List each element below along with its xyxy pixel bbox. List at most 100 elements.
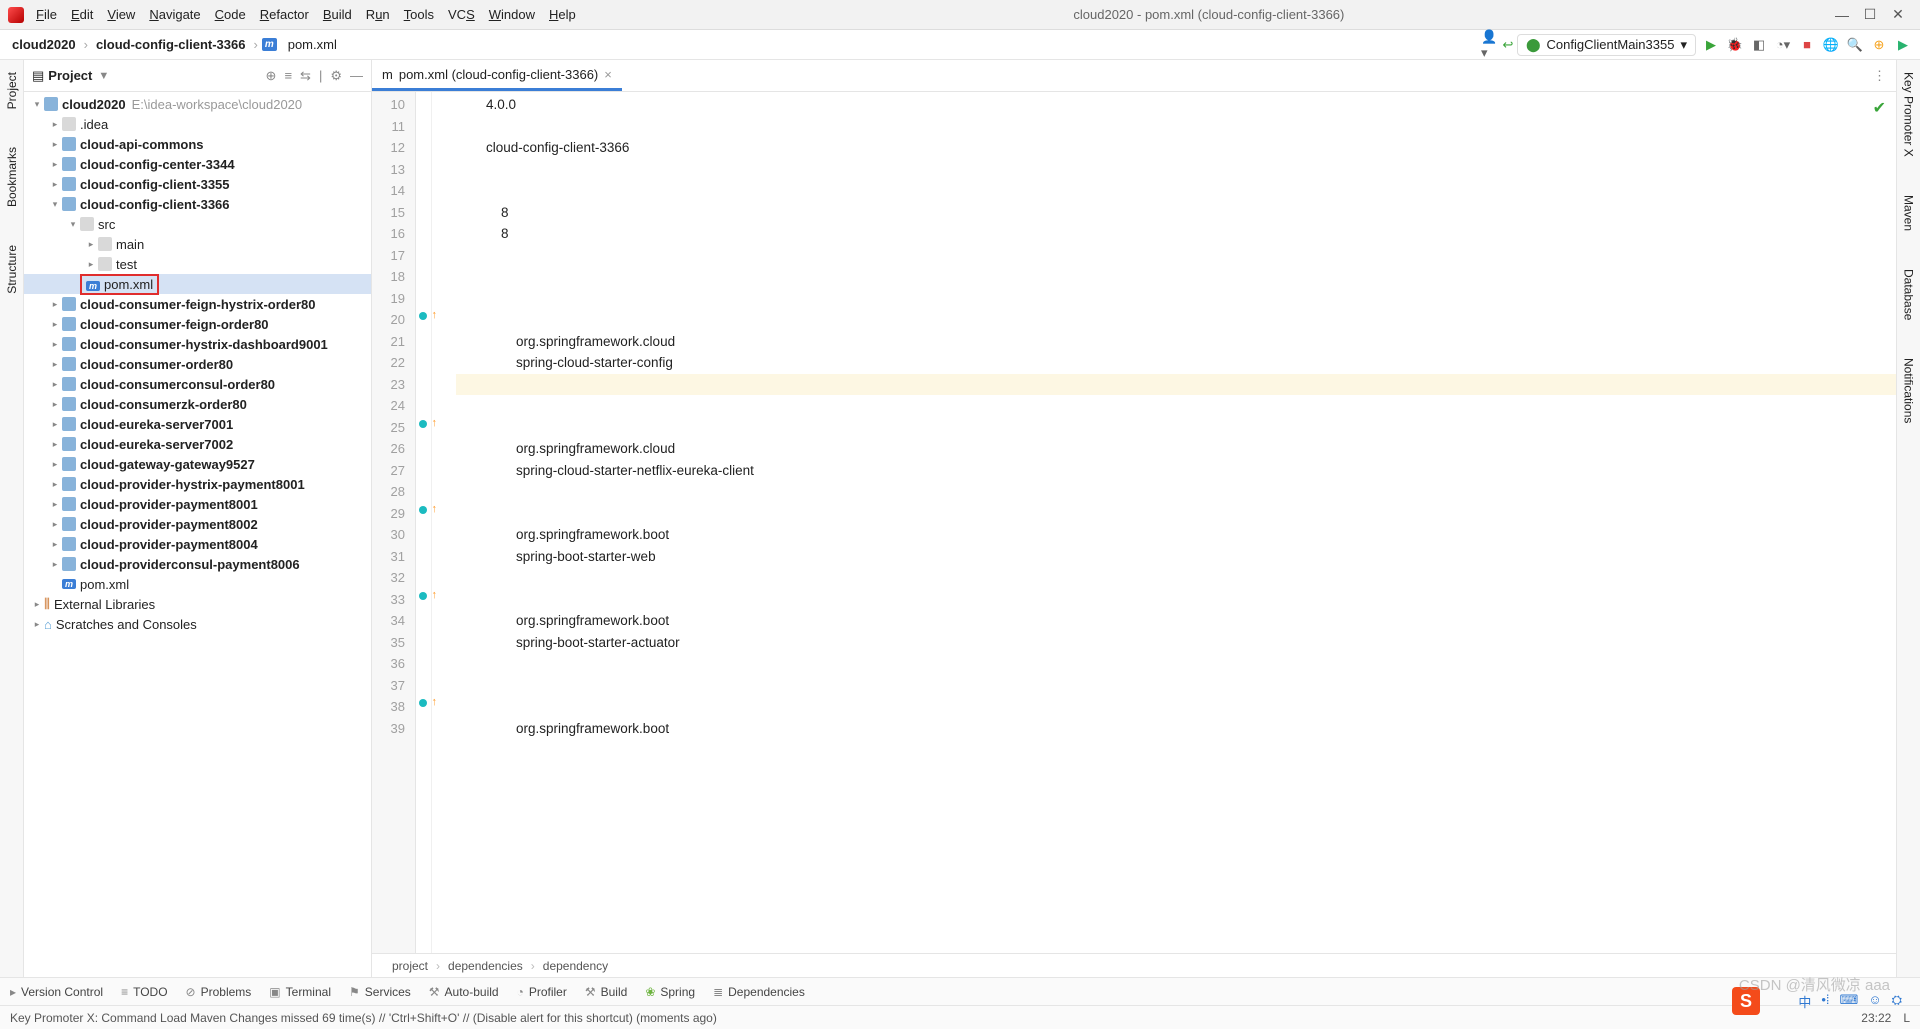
bb-services[interactable]: ⚑Services <box>349 985 411 999</box>
bb-spring[interactable]: ❀Spring <box>645 985 695 999</box>
tray-ic[interactable]: •⁞ <box>1821 992 1829 1011</box>
menu-run[interactable]: Run <box>366 7 390 22</box>
dropdown-icon[interactable]: ▼ <box>98 70 109 82</box>
tree-module[interactable]: ▸cloud-config-client-3355 <box>24 174 371 194</box>
tab-menu-icon[interactable]: ⋮ <box>1863 68 1896 84</box>
tree-src[interactable]: ▾src <box>24 214 371 234</box>
close-button[interactable]: ✕ <box>1884 6 1912 23</box>
tree-module[interactable]: ▸cloud-provider-payment8001 <box>24 494 371 514</box>
back-icon[interactable]: ↩ <box>1499 36 1517 54</box>
hide-icon[interactable]: — <box>350 68 363 84</box>
tab-bookmarks[interactable]: Bookmarks <box>3 143 21 211</box>
tree-root[interactable]: ▾cloud2020E:\idea-workspace\cloud2020 <box>24 94 371 114</box>
profile-button[interactable]: ◔▾ <box>1774 36 1792 54</box>
crumb-module[interactable]: cloud-config-client-3366 <box>92 35 250 54</box>
menu-help[interactable]: Help <box>549 7 576 22</box>
bb-terminal[interactable]: ▣Terminal <box>269 985 331 999</box>
tree-module[interactable]: ▸cloud-eureka-server7001 <box>24 414 371 434</box>
tab-notifications[interactable]: Notifications <box>1900 354 1918 427</box>
tree-idea[interactable]: ▸.idea <box>24 114 371 134</box>
more-run-icon[interactable]: ▶ <box>1894 36 1912 54</box>
tray-ic[interactable]: ⌨ <box>1840 992 1859 1011</box>
translate-icon[interactable]: 🌐 <box>1822 36 1840 54</box>
sync-icon[interactable]: ⊕ <box>1870 36 1888 54</box>
menu-window[interactable]: Window <box>489 7 535 22</box>
tray-ic[interactable]: ⛭ <box>1892 992 1902 1011</box>
run-button[interactable]: ▶ <box>1702 36 1720 54</box>
search-icon[interactable]: 🔍 <box>1846 36 1864 54</box>
tree-module[interactable]: ▸cloud-gateway-gateway9527 <box>24 454 371 474</box>
bb-profiler[interactable]: ◔Profiler <box>517 985 567 999</box>
editor-area: m pom.xml (cloud-config-client-3366) × ⋮… <box>372 60 1896 977</box>
tray-ic[interactable]: 中 <box>1798 992 1811 1011</box>
collapse-all-icon[interactable]: ⇆ <box>300 68 311 84</box>
tree-root-path: E:\idea-workspace\cloud2020 <box>132 97 303 112</box>
inspection-ok-icon[interactable]: ✔ <box>1873 98 1886 118</box>
tree-module[interactable]: ▸cloud-eureka-server7002 <box>24 434 371 454</box>
tree-module[interactable]: ▸cloud-providerconsul-payment8006 <box>24 554 371 574</box>
tree-module[interactable]: ▸cloud-provider-payment8002 <box>24 514 371 534</box>
tree-root-pom[interactable]: mpom.xml <box>24 574 371 594</box>
tab-project[interactable]: Project <box>3 68 21 113</box>
editor[interactable]: 1011121314151617181920212223242526272829… <box>372 92 1896 953</box>
tree-scratches[interactable]: ▸⌂Scratches and Consoles <box>24 614 371 634</box>
bb-vcs[interactable]: ▸Version Control <box>10 985 103 999</box>
crumb-root[interactable]: cloud2020 <box>8 35 80 54</box>
menu-file[interactable]: File <box>36 7 57 22</box>
status-encoding: L <box>1903 1011 1910 1025</box>
tree-ext-lib[interactable]: ▸⫼External Libraries <box>24 594 371 614</box>
tree-module[interactable]: ▸cloud-api-commons <box>24 134 371 154</box>
tree-module[interactable]: ▸cloud-provider-payment8004 <box>24 534 371 554</box>
menu-navigate[interactable]: Navigate <box>149 7 200 22</box>
maximize-button[interactable]: ☐ <box>1856 6 1884 23</box>
tab-key-promoter[interactable]: Key Promoter X <box>1900 68 1918 161</box>
menu-code[interactable]: Code <box>215 7 246 22</box>
tree-module[interactable]: ▸cloud-config-center-3344 <box>24 154 371 174</box>
tree-module[interactable]: ▸cloud-consumer-feign-hystrix-order80 <box>24 294 371 314</box>
code-area[interactable]: 4.0.0 cloud-config-client-3366 8 8 org.s… <box>432 92 1896 953</box>
user-icon[interactable]: 👤▾ <box>1481 36 1499 54</box>
tab-database[interactable]: Database <box>1900 265 1918 324</box>
crumb-file[interactable]: pom.xml <box>284 35 341 54</box>
tray-ic[interactable]: ☺ <box>1868 992 1881 1011</box>
menu-build[interactable]: Build <box>323 7 352 22</box>
bb-deps[interactable]: ≣Dependencies <box>713 985 805 999</box>
tab-close-icon[interactable]: × <box>604 67 612 82</box>
debug-button[interactable]: 🐞 <box>1726 36 1744 54</box>
bb-problems[interactable]: ⊘Problems <box>186 985 252 999</box>
tree-module[interactable]: ▸cloud-consumer-feign-order80 <box>24 314 371 334</box>
menu-view[interactable]: View <box>107 7 135 22</box>
settings-icon[interactable]: ⚙ <box>330 68 342 84</box>
project-tree[interactable]: ▾cloud2020E:\idea-workspace\cloud2020 ▸.… <box>24 92 371 977</box>
stop-button[interactable]: ■ <box>1798 36 1816 54</box>
tree-module[interactable]: ▸cloud-consumerzk-order80 <box>24 394 371 414</box>
project-panel: ▤ Project ▼ ⊕ ≡ ⇆ | ⚙ — ▾cloud2020E:\ide… <box>24 60 372 977</box>
run-config-selector[interactable]: ⬤ ConfigClientMain3355 ▾ <box>1517 34 1696 56</box>
menu-edit[interactable]: Edit <box>71 7 93 22</box>
tree-pom-selected[interactable]: mpom.xml <box>24 274 371 294</box>
tab-structure[interactable]: Structure <box>3 241 21 298</box>
bc-project[interactable]: project <box>392 959 428 973</box>
minimize-button[interactable]: — <box>1828 7 1856 23</box>
tree-module[interactable]: ▸cloud-consumer-order80 <box>24 354 371 374</box>
file-tab[interactable]: m pom.xml (cloud-config-client-3366) × <box>372 60 622 91</box>
bc-dep[interactable]: dependency <box>543 959 608 973</box>
tree-main[interactable]: ▸main <box>24 234 371 254</box>
tree-open-module[interactable]: ▾cloud-config-client-3366 <box>24 194 371 214</box>
tree-module[interactable]: ▸cloud-consumer-hystrix-dashboard9001 <box>24 334 371 354</box>
select-opened-icon[interactable]: ⊕ <box>266 68 277 84</box>
menu-vcs[interactable]: VCS <box>448 7 475 22</box>
coverage-button[interactable]: ◧ <box>1750 36 1768 54</box>
menu-refactor[interactable]: Refactor <box>260 7 309 22</box>
bb-todo[interactable]: ≡TODO <box>121 985 167 999</box>
expand-all-icon[interactable]: ≡ <box>284 68 292 84</box>
bb-build[interactable]: ⚒Build <box>585 985 627 999</box>
menu-tools[interactable]: Tools <box>404 7 434 22</box>
tab-maven[interactable]: Maven <box>1900 191 1918 235</box>
sogou-icon[interactable]: S <box>1732 987 1760 1015</box>
tree-module[interactable]: ▸cloud-consumerconsul-order80 <box>24 374 371 394</box>
bb-autobuild[interactable]: ⚒Auto-build <box>429 985 499 999</box>
tree-test[interactable]: ▸test <box>24 254 371 274</box>
tree-module[interactable]: ▸cloud-provider-hystrix-payment8001 <box>24 474 371 494</box>
bc-deps[interactable]: dependencies <box>448 959 523 973</box>
